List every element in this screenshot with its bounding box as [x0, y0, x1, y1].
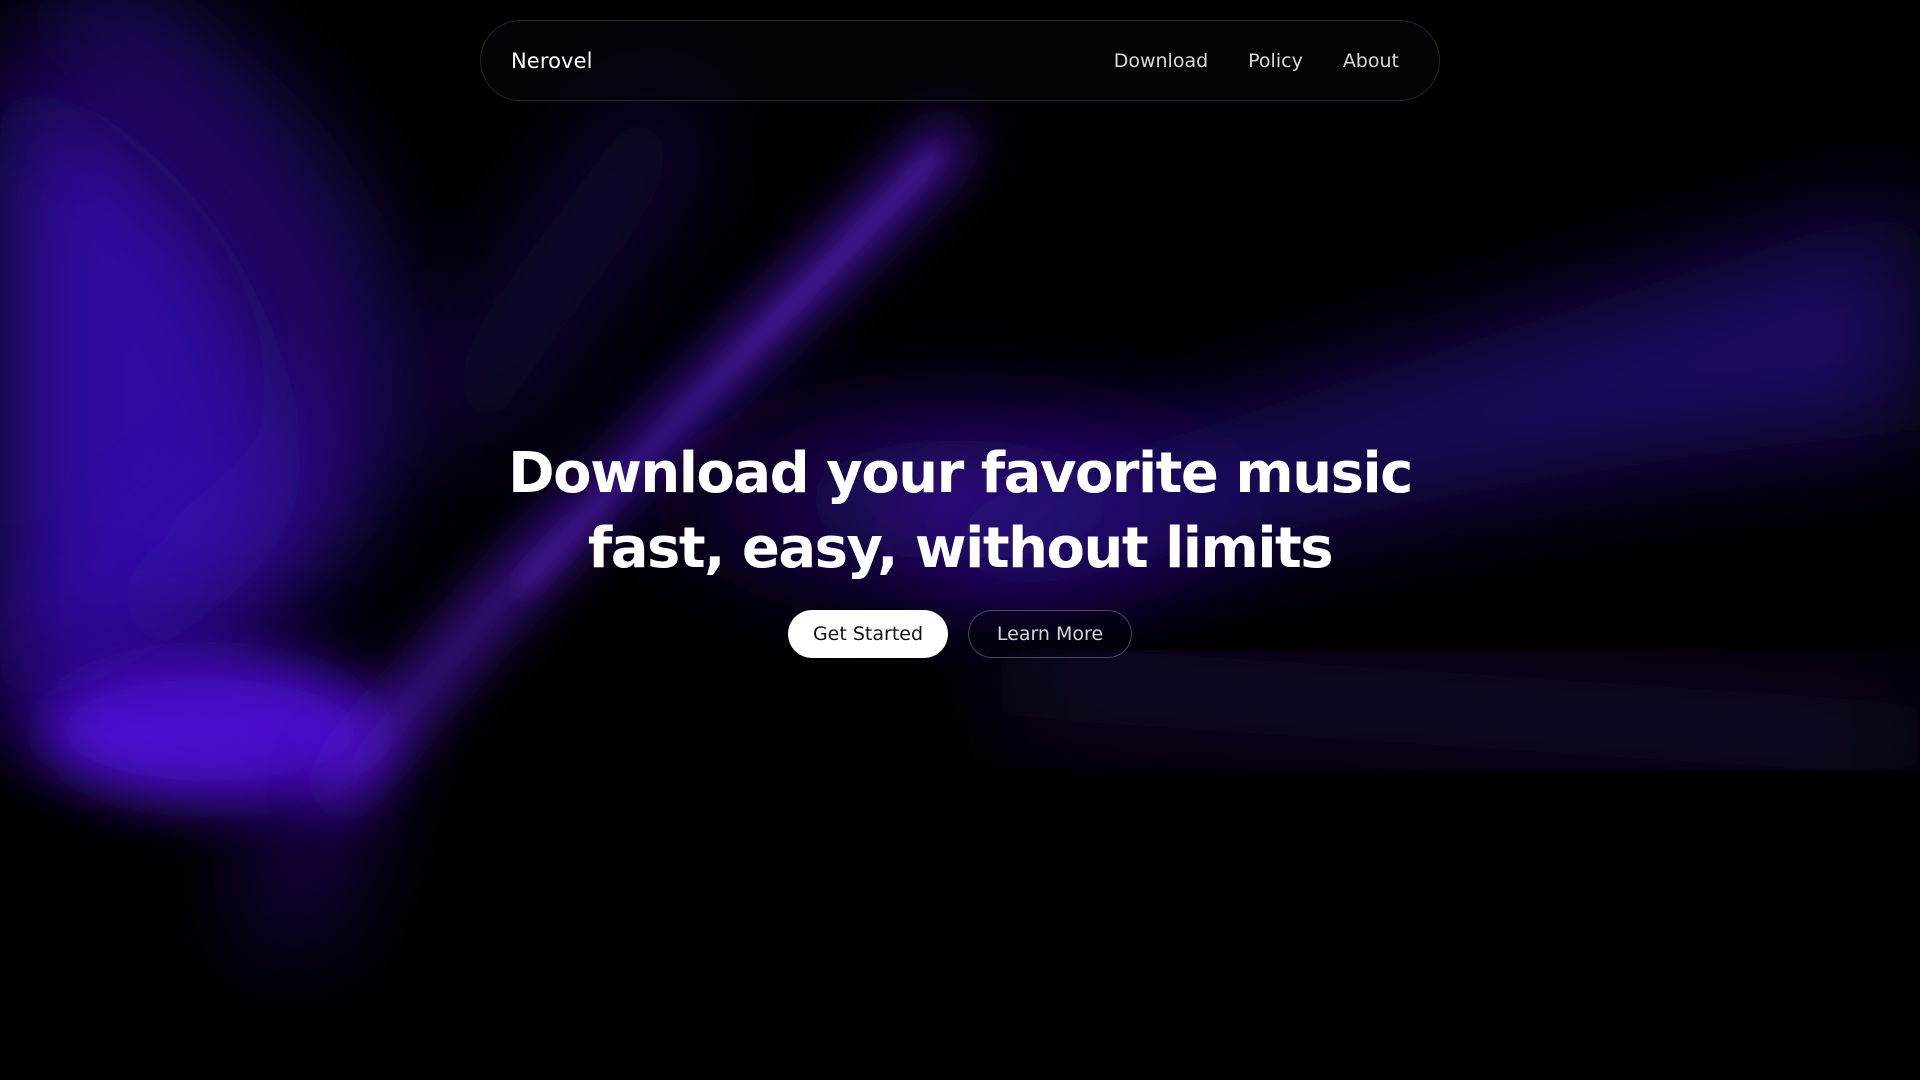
hero-heading-line-2: fast, easy, without limits: [587, 516, 1334, 581]
hero-actions: Get Started Learn More: [0, 610, 1920, 658]
learn-more-button[interactable]: Learn More: [968, 610, 1132, 658]
hero-heading-line-1: Download your favorite music: [508, 441, 1413, 506]
nav-link-policy[interactable]: Policy: [1248, 50, 1303, 72]
brand-logo-text[interactable]: Nerovel: [511, 49, 593, 73]
hero-heading: Download your favorite music fast, easy,…: [0, 436, 1920, 586]
nav-link-about[interactable]: About: [1343, 50, 1399, 72]
top-navbar: Nerovel Download Policy About: [480, 20, 1440, 101]
get-started-button[interactable]: Get Started: [788, 610, 948, 658]
nav-link-download[interactable]: Download: [1114, 50, 1208, 72]
nav-links: Download Policy About: [1114, 50, 1399, 72]
landing-page: Nerovel Download Policy About Download y…: [0, 0, 1920, 1080]
